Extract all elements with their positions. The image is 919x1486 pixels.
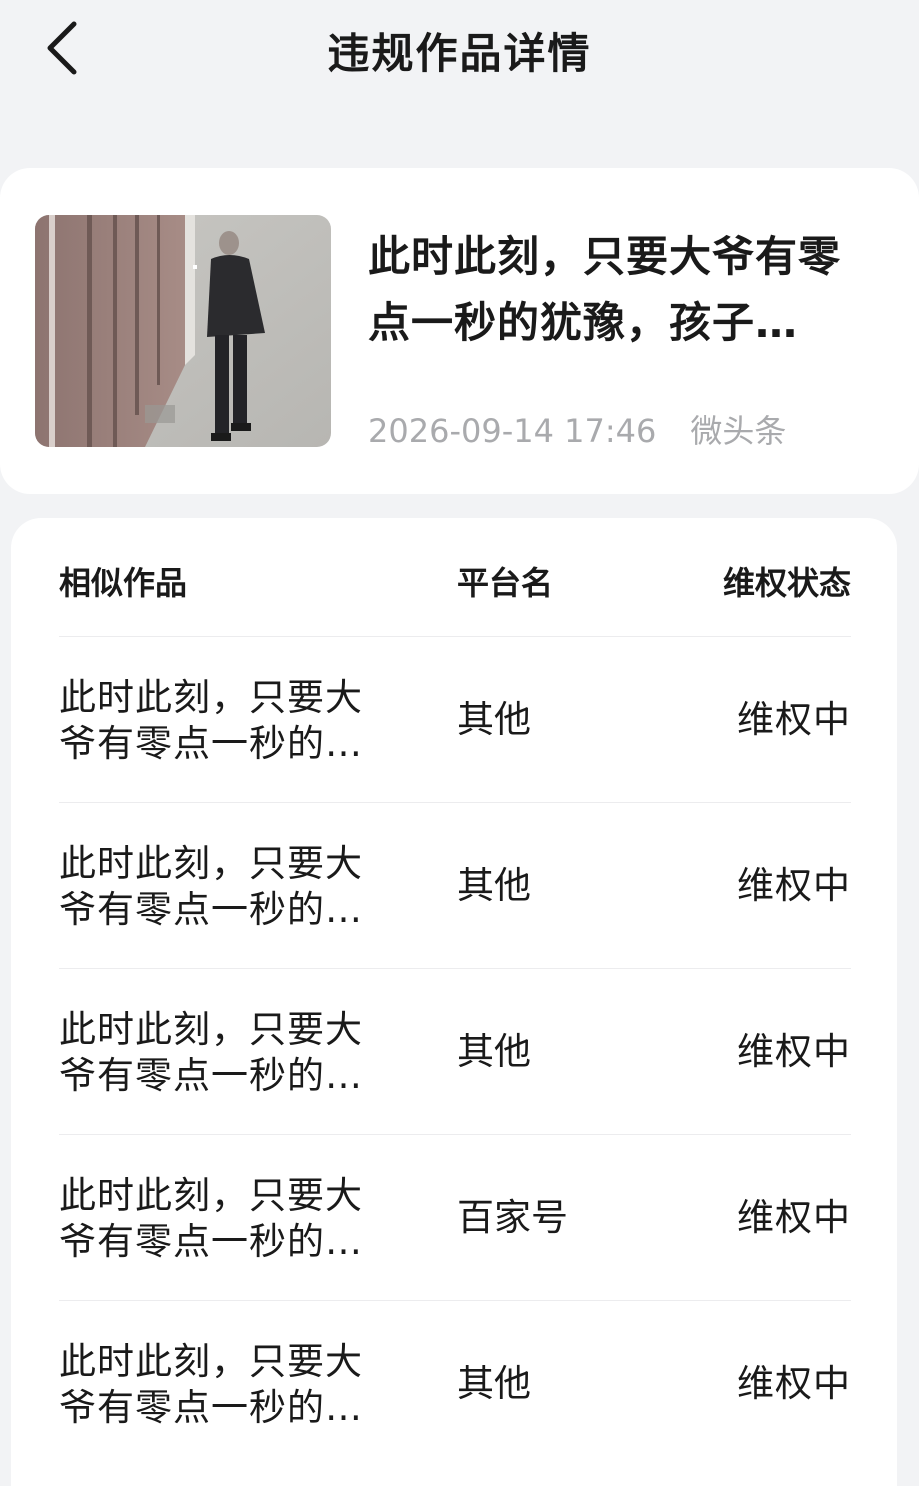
page: 违规作品详情 此时此刻，只要大爷有零点一秒的犹豫，孩子… 2026-09-14 … [0, 0, 919, 1486]
table-row[interactable]: 此时此刻，只要大爷有零点一秒的… 其他 维权中 [59, 1300, 851, 1466]
similar-works-table: 相似作品 平台名 维权状态 此时此刻，只要大爷有零点一秒的… 其他 维权中 此时… [11, 518, 897, 1486]
column-header-similar-work: 相似作品 [59, 564, 188, 602]
work-platform: 微头条 [690, 412, 787, 450]
table-row[interactable]: 此时此刻，只要大爷有零点一秒的… 百家号 维权中 [59, 1134, 851, 1300]
column-header-status: 维权状态 [722, 564, 851, 602]
row-work-title: 此时此刻，只要大爷有零点一秒的… [59, 1174, 363, 1263]
row-platform: 其他 [457, 864, 531, 907]
page-title: 违规作品详情 [327, 29, 592, 78]
row-status: 维权中 [737, 864, 851, 907]
video-thumbnail-image [35, 215, 331, 447]
row-status: 维权中 [737, 1196, 851, 1239]
table-header: 相似作品 平台名 维权状态 [59, 558, 851, 602]
row-work-title: 此时此刻，只要大爷有零点一秒的… [59, 676, 363, 765]
table-row[interactable]: 此时此刻，只要大爷有零点一秒的… 其他 维权中 [59, 802, 851, 968]
row-platform: 其他 [457, 1030, 531, 1073]
row-status: 维权中 [737, 1362, 851, 1405]
table-row[interactable]: 此时此刻，只要大爷有零点一秒的… 其他 维权中 [59, 968, 851, 1134]
column-header-platform: 平台名 [457, 564, 554, 602]
row-status: 维权中 [737, 1030, 851, 1073]
table-row[interactable]: 此时此刻，只要大爷有零点一秒的… 其他 维权中 [59, 636, 851, 802]
row-work-title: 此时此刻，只要大爷有零点一秒的… [59, 1340, 363, 1429]
row-work-title: 此时此刻，只要大爷有零点一秒的… [59, 1008, 363, 1097]
work-card[interactable]: 此时此刻，只要大爷有零点一秒的犹豫，孩子… 2026-09-14 17:46 微头… [0, 168, 919, 494]
row-platform: 其他 [457, 1362, 531, 1405]
row-platform: 百家号 [457, 1196, 568, 1239]
work-title[interactable]: 此时此刻，只要大爷有零点一秒的犹豫，孩子… [368, 224, 883, 356]
work-timestamp: 2026-09-14 17:46 [368, 412, 657, 450]
work-meta: 2026-09-14 17:46 微头条 [368, 406, 786, 452]
row-platform: 其他 [457, 698, 531, 741]
row-status: 维权中 [737, 698, 851, 741]
nav-bar: 违规作品详情 [0, 0, 919, 100]
row-work-title: 此时此刻，只要大爷有零点一秒的… [59, 842, 363, 931]
work-thumbnail[interactable] [35, 215, 331, 447]
